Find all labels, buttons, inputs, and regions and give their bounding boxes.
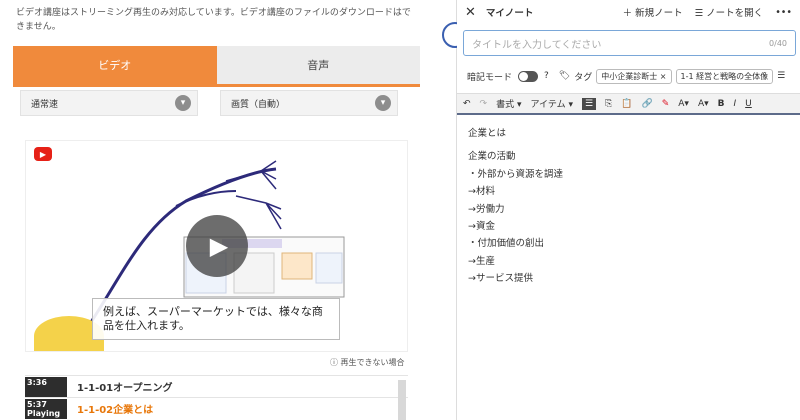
note-line: 企業の活動 bbox=[468, 151, 516, 163]
note-line: →材料 bbox=[468, 186, 495, 198]
tag-chip-label: 1-1 経営と戦略の全体像 bbox=[680, 71, 769, 81]
quality-select-value: 画質（自動） bbox=[231, 99, 286, 110]
close-icon[interactable]: ✕ bbox=[465, 5, 476, 20]
tab-video[interactable]: ビデオ bbox=[13, 46, 217, 84]
memorize-mode-toggle[interactable] bbox=[518, 70, 539, 82]
tag-icon: 🏷 bbox=[558, 71, 571, 81]
youtube-logo-icon: ▶ bbox=[34, 147, 52, 161]
speed-select[interactable]: 通常速 ▾ bbox=[20, 90, 198, 116]
tab-underline bbox=[13, 84, 420, 87]
list-scrollbar[interactable] bbox=[398, 380, 406, 420]
note-line: →労働力 bbox=[468, 203, 505, 215]
note-content-editor[interactable]: 企業とは 企業の活動 ・外部から資源を調達 →材料 →労働力 →資金 ・付加価値… bbox=[468, 125, 563, 288]
redo-icon[interactable]: ↷ bbox=[480, 99, 488, 109]
link-icon[interactable]: 🔗 bbox=[642, 99, 653, 109]
italic-icon[interactable]: I bbox=[734, 99, 737, 109]
video-caption: 例えば、スーパーマーケットでは、様々な商品を仕入れます。 bbox=[92, 298, 340, 340]
memorize-mode-label: 暗記モード bbox=[467, 72, 513, 83]
video-thumbnail: 3:36 bbox=[25, 376, 67, 397]
note-options-row: 暗記モード ? 🏷 タグ 中小企業診断士 × 1-1 経営と戦略の全体像 ☰ bbox=[467, 68, 797, 84]
note-line: ・外部から資源を調達 bbox=[468, 168, 564, 180]
video-title: 1-1-02企業とは bbox=[77, 405, 154, 416]
thumb-time: 3:36 bbox=[27, 377, 47, 387]
new-note-label: 新規ノート bbox=[635, 8, 683, 19]
video-player[interactable]: ▶ ▶ 例えば、スーパーマーケットでは、様々な商品を仕入れます。 bbox=[25, 140, 408, 352]
note-title-input[interactable]: タイトルを入力してください 0/40 bbox=[463, 30, 796, 56]
note-title-placeholder: タイトルを入力してください bbox=[472, 39, 602, 51]
underline-icon[interactable]: U bbox=[745, 99, 752, 109]
undo-icon[interactable]: ↶ bbox=[463, 99, 471, 109]
note-panel-title: マイノート bbox=[485, 8, 534, 19]
note-line: →サービス提供 bbox=[468, 273, 533, 285]
more-options-icon[interactable]: ••• bbox=[775, 7, 792, 18]
format-label: 書式 bbox=[496, 100, 515, 110]
replay-help-link[interactable]: ⓘ 再生できない場合 bbox=[330, 357, 405, 368]
tab-audio[interactable]: 音声 bbox=[216, 46, 420, 84]
tag-label: タグ bbox=[574, 72, 593, 83]
video-list-item-active[interactable]: 5:37 Playing 1-1-02企業とは bbox=[25, 397, 408, 419]
list-icon[interactable]: ☰ bbox=[777, 71, 785, 81]
speed-select-value: 通常速 bbox=[31, 99, 59, 110]
text-color-icon[interactable]: A▾ bbox=[678, 99, 689, 109]
tag-chip[interactable]: 1-1 経営と戦略の全体像 bbox=[675, 68, 774, 84]
editor-toolbar: ↶ ↷ 書式 ▾ アイテム ▾ ☰ ⎘ 📋 🔗 ✎ A▾ A▾ B I U bbox=[457, 93, 800, 115]
bold-icon[interactable]: B bbox=[718, 99, 725, 109]
play-button[interactable]: ▶ bbox=[186, 215, 248, 277]
copy-icon[interactable]: ⎘ bbox=[605, 99, 612, 109]
media-tabs: ビデオ 音声 bbox=[13, 46, 420, 84]
help-icon[interactable]: ? bbox=[544, 71, 549, 81]
my-note-panel: ✕ マイノート ＋ 新規ノート ☰ ノートを開く ••• タイトルを入力してくだ… bbox=[457, 0, 800, 420]
bg-color-icon[interactable]: A▾ bbox=[698, 99, 709, 109]
note-line: →資金 bbox=[468, 220, 495, 232]
char-counter: 0/40 bbox=[769, 38, 787, 48]
note-line: 企業とは bbox=[468, 128, 507, 139]
tag-chip-label: 中小企業診断士 bbox=[601, 71, 658, 81]
item-label: アイテム bbox=[530, 100, 566, 110]
quality-select[interactable]: 画質（自動） ▾ bbox=[220, 90, 398, 116]
highlight-icon[interactable]: ✎ bbox=[662, 99, 670, 109]
thumb-playing-label: Playing bbox=[27, 408, 61, 418]
open-note-button[interactable]: ☰ ノートを開く bbox=[695, 5, 764, 19]
paste-icon[interactable]: 📋 bbox=[621, 99, 632, 109]
bullet-list-icon[interactable]: ☰ bbox=[582, 97, 597, 110]
format-dropdown[interactable]: 書式 ▾ bbox=[496, 97, 521, 110]
video-list-item[interactable]: 3:36 1-1-01オープニング bbox=[25, 375, 408, 397]
video-thumbnail: 5:37 Playing bbox=[25, 398, 67, 419]
note-line: →生産 bbox=[468, 255, 495, 267]
notice-text: ビデオ講座はストリーミング再生のみ対応しています。ビデオ講座のファイルのダウンロ… bbox=[16, 8, 411, 32]
video-list: 3:36 1-1-01オープニング 5:37 Playing 1-1-02企業とは bbox=[25, 375, 408, 419]
item-dropdown[interactable]: アイテム ▾ bbox=[531, 97, 574, 110]
note-line: ・付加価値の創出 bbox=[468, 238, 545, 250]
open-note-label: ノートを開く bbox=[706, 8, 764, 19]
replay-help-label: 再生できない場合 bbox=[340, 358, 405, 367]
note-header: ✕ マイノート ＋ 新規ノート ☰ ノートを開く ••• bbox=[457, 0, 800, 24]
chevron-down-icon: ▾ bbox=[375, 95, 391, 111]
video-title: 1-1-01オープニング bbox=[77, 383, 173, 394]
tag-chip[interactable]: 中小企業診断士 × bbox=[596, 68, 672, 84]
thumb-time: 5:37 bbox=[27, 399, 47, 409]
chevron-down-icon: ▾ bbox=[175, 95, 191, 111]
new-note-button[interactable]: ＋ 新規ノート bbox=[623, 5, 683, 19]
